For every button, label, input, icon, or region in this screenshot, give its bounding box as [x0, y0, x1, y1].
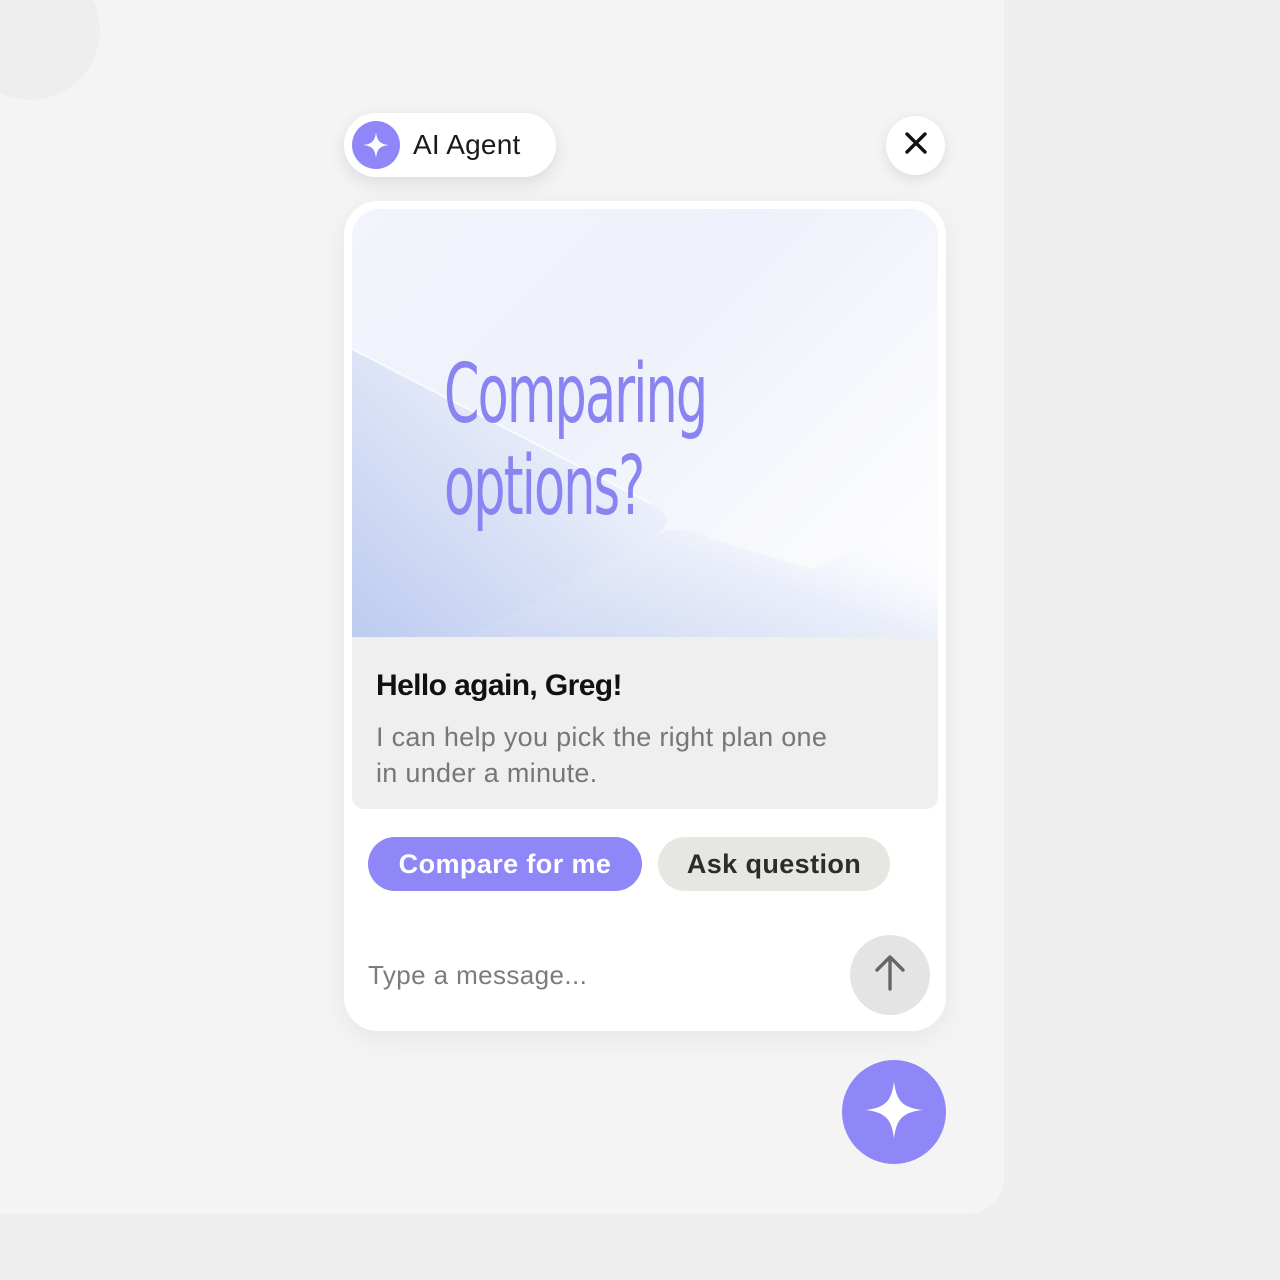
agent-badge: AI Agent — [344, 113, 556, 177]
ask-question-button[interactable]: Ask question — [658, 837, 890, 891]
sparkle-icon — [352, 121, 400, 169]
close-icon — [904, 131, 928, 160]
message-input[interactable] — [368, 953, 838, 997]
sparkle-icon — [863, 1079, 925, 1146]
arrow-up-icon — [873, 954, 907, 997]
agent-label: AI Agent — [413, 129, 521, 160]
compare-for-me-button[interactable]: Compare for me — [368, 837, 642, 891]
hero-banner: Comparing options? — [352, 209, 938, 637]
chat-panel: Comparing options? Hello again, Greg! I … — [344, 201, 946, 1031]
welcome-card: Comparing options? Hello again, Greg! I … — [352, 209, 938, 809]
assistant-launcher-button[interactable] — [842, 1060, 946, 1164]
send-button[interactable] — [850, 935, 930, 1015]
close-button[interactable] — [886, 116, 945, 175]
hero-title: Comparing options? — [444, 347, 708, 534]
greeting-heading: Hello again, Greg! — [376, 669, 623, 702]
greeting-subtext: I can help you pick the right plan one i… — [376, 722, 828, 788]
